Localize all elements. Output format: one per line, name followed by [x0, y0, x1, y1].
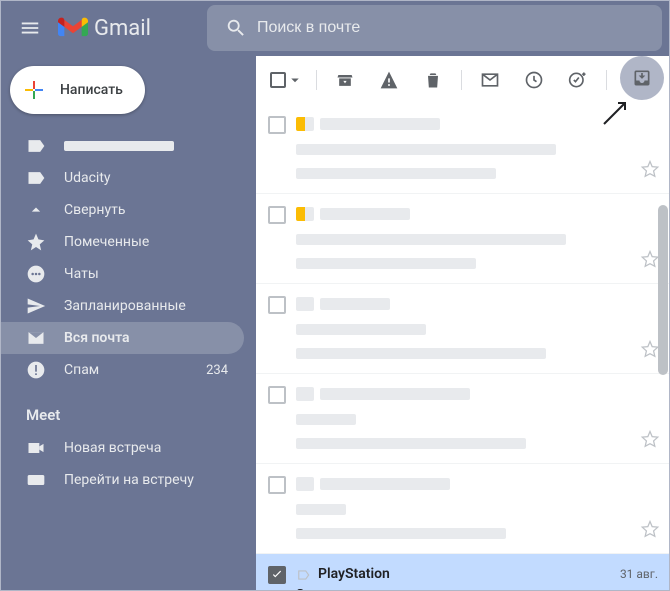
check-icon: [270, 568, 284, 582]
search-bar[interactable]: [207, 5, 662, 51]
sidebar-item-label: Помеченные: [64, 234, 149, 250]
label-icon: [26, 168, 46, 188]
gmail-logo[interactable]: Gmail: [58, 16, 151, 41]
star-icon: [26, 232, 46, 252]
delete-button[interactable]: [413, 60, 453, 100]
sidebar-item-hidden[interactable]: [0, 130, 244, 162]
sidebar-item-label: Свернуть: [64, 202, 125, 218]
meet-join-meeting[interactable]: Перейти на встречу: [0, 464, 244, 496]
mark-unread-button[interactable]: [470, 60, 510, 100]
sidebar-item-starred[interactable]: Помеченные: [0, 226, 244, 258]
importance-marker-icon: [296, 207, 314, 221]
gmail-logo-text: Gmail: [94, 16, 151, 41]
gmail-logo-icon: [58, 16, 88, 40]
sidebar-item-collapse[interactable]: Свернуть: [0, 194, 244, 226]
row-checkbox[interactable]: [268, 206, 286, 224]
archive-icon: [335, 70, 355, 90]
importance-marker-icon: [296, 477, 314, 491]
chat-icon: [26, 264, 46, 284]
mail-pane: PlayStation 31 авг. Защитите свою учетну…: [256, 56, 670, 591]
sidebar-item-label: Вся почта: [64, 330, 130, 346]
importance-marker-icon: [296, 567, 312, 581]
checkbox-icon: [270, 72, 286, 88]
scrollbar-thumb[interactable]: [658, 205, 668, 375]
sidebar-item-label: Спам: [64, 362, 99, 378]
add-task-button[interactable]: [558, 60, 598, 100]
mail-row-blurred[interactable]: [256, 374, 670, 464]
sidebar-item-allmail[interactable]: Вся почта: [0, 322, 244, 354]
trash-icon: [423, 70, 443, 90]
mail-icon: [480, 70, 500, 90]
importance-marker-icon: [296, 117, 314, 131]
meet-new-meeting[interactable]: Новая встреча: [0, 432, 244, 464]
row-checkbox[interactable]: [268, 116, 286, 134]
search-icon: [225, 17, 247, 39]
app-header: Gmail: [0, 0, 670, 56]
mail-sender: PlayStation: [318, 566, 390, 582]
sidebar-item-scheduled[interactable]: Запланированные: [0, 290, 244, 322]
move-to-inbox-button[interactable]: [620, 56, 664, 100]
compose-button[interactable]: Написать: [10, 66, 145, 114]
mail-row-blurred[interactable]: [256, 194, 670, 284]
importance-marker-icon: [296, 297, 314, 311]
spam-icon: [26, 360, 46, 380]
sidebar-item-spam[interactable]: Спам 234: [0, 354, 244, 386]
label-icon: [26, 136, 46, 156]
sidebar-item-label: Udacity: [64, 170, 111, 186]
sidebar: Написать Udacity Свернуть Помеченные Чат…: [0, 56, 256, 591]
mail-row-blurred[interactable]: [256, 464, 670, 554]
move-to-inbox-icon: [632, 68, 652, 88]
search-input[interactable]: [257, 19, 654, 37]
report-spam-button[interactable]: [369, 60, 409, 100]
keyboard-icon: [26, 470, 46, 490]
archive-button[interactable]: [325, 60, 365, 100]
scheduled-icon: [26, 296, 46, 316]
mail-list: PlayStation 31 авг. Защитите свою учетну…: [256, 104, 670, 591]
mail-row-selected[interactable]: PlayStation 31 авг. Защитите свою учетну…: [256, 554, 670, 591]
caret-down-icon: [286, 71, 304, 89]
sidebar-item-label: Чаты: [64, 266, 99, 282]
meet-header: Meet: [0, 386, 256, 432]
select-all-dropdown[interactable]: [266, 71, 308, 89]
spam-count: 234: [206, 363, 228, 378]
video-icon: [26, 438, 46, 458]
annotation-arrow-icon: [600, 98, 630, 128]
row-checkbox[interactable]: [268, 296, 286, 314]
task-check-icon: [568, 70, 588, 90]
main-menu-button[interactable]: [8, 6, 52, 50]
sidebar-item-udacity[interactable]: Udacity: [0, 162, 244, 194]
report-icon: [379, 70, 399, 90]
sidebar-item-label: Запланированные: [64, 298, 186, 314]
mail-toolbar: [256, 56, 670, 104]
row-checkbox[interactable]: [268, 386, 286, 404]
sidebar-item-chats[interactable]: Чаты: [0, 258, 244, 290]
clock-icon: [524, 70, 544, 90]
row-checkbox[interactable]: [268, 476, 286, 494]
meet-item-label: Перейти на встречу: [64, 472, 194, 488]
importance-marker-icon: [296, 387, 314, 401]
compose-label: Написать: [60, 82, 123, 98]
mail-icon: [26, 328, 46, 348]
hamburger-icon: [19, 17, 41, 39]
row-checkbox-checked[interactable]: [268, 566, 286, 584]
mail-date: 31 авг.: [620, 567, 658, 581]
mail-row-blurred[interactable]: [256, 284, 670, 374]
snooze-button[interactable]: [514, 60, 554, 100]
chevron-up-icon: [26, 200, 46, 220]
scrollbar[interactable]: [656, 110, 670, 587]
plus-icon: [22, 78, 46, 102]
mail-subject: Защитите свою учетную запись для…: [296, 587, 658, 591]
meet-item-label: Новая встреча: [64, 440, 161, 456]
